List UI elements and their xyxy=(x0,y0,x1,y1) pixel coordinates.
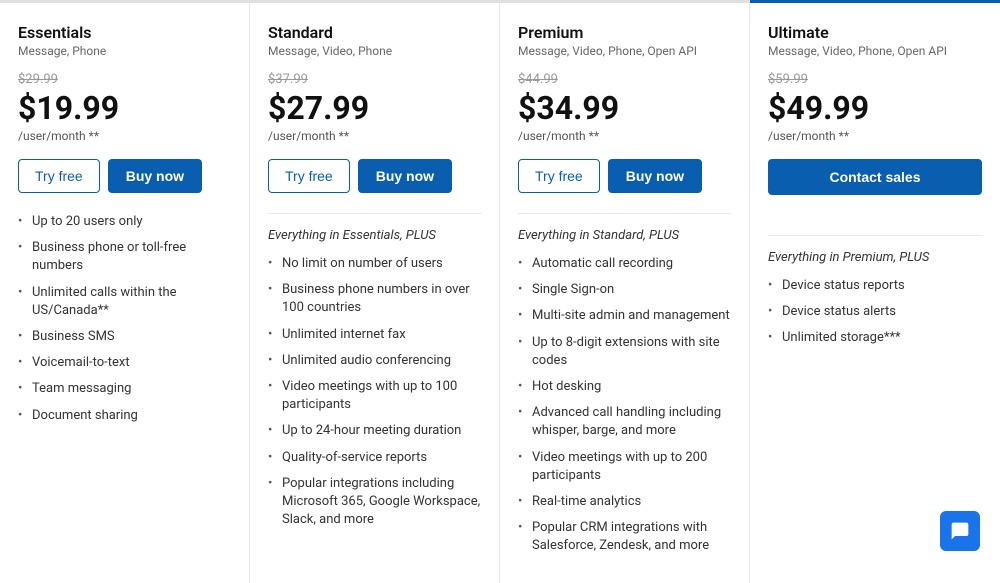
plan-name-standard: Standard xyxy=(268,23,481,42)
plan-col-premium: Premium Message, Video, Phone, Open API $4… xyxy=(500,3,750,583)
price-note-standard: /user/month ** xyxy=(268,129,481,143)
features-list-essentials: Up to 20 users only Business phone or tol… xyxy=(18,213,231,425)
buy-now-button-standard[interactable]: Buy now xyxy=(358,159,452,193)
buy-now-button-essentials[interactable]: Buy now xyxy=(108,159,202,193)
divider-premium xyxy=(518,213,731,214)
original-price-essentials: $29.99 xyxy=(18,72,231,87)
feature-item: Up to 20 users only xyxy=(18,213,231,231)
plan-includes-standard: Message, Video, Phone xyxy=(268,44,481,58)
feature-item: Business SMS xyxy=(18,328,231,346)
feature-item: Device status reports xyxy=(768,277,982,295)
plan-includes-premium: Message, Video, Phone, Open API xyxy=(518,44,731,58)
plan-name-premium: Premium xyxy=(518,23,731,42)
features-list-premium: Automatic call recording Single Sign-on Mu… xyxy=(518,255,731,555)
btn-row-ultimate: Contact sales xyxy=(768,159,982,215)
feature-item: Unlimited audio conferencing xyxy=(268,352,481,370)
buy-now-button-premium[interactable]: Buy now xyxy=(608,159,702,193)
features-header-standard: Everything in Essentials, PLUS xyxy=(268,228,481,243)
plan-col-standard: Standard Message, Video, Phone $37.99 $27.9… xyxy=(250,3,500,583)
current-price-standard: $27.99 xyxy=(268,89,481,127)
plan-name-essentials: Essentials xyxy=(18,23,231,42)
feature-item: Business phone numbers in over 100 count… xyxy=(268,281,481,317)
plan-col-ultimate: Ultimate Message, Video, Phone, Open API $… xyxy=(750,0,1000,583)
plan-name-ultimate: Ultimate xyxy=(768,23,982,42)
divider-ultimate xyxy=(768,235,982,236)
feature-item: Hot desking xyxy=(518,378,731,396)
feature-item: Real-time analytics xyxy=(518,493,731,511)
try-free-button-essentials[interactable]: Try free xyxy=(18,159,100,193)
feature-item: Document sharing xyxy=(18,407,231,425)
divider-standard xyxy=(268,213,481,214)
feature-item: Video meetings with up to 200 participan… xyxy=(518,449,731,485)
feature-item: Unlimited internet fax xyxy=(268,326,481,344)
feature-item: Single Sign-on xyxy=(518,281,731,299)
pricing-grid: Essentials Message, Phone $29.99 $19.99/use… xyxy=(0,0,1000,583)
try-free-button-standard[interactable]: Try free xyxy=(268,159,350,193)
current-price-essentials: $19.99 xyxy=(18,89,231,127)
price-note-essentials: /user/month ** xyxy=(18,129,231,143)
feature-item: Team messaging xyxy=(18,380,231,398)
feature-item: Business phone or toll-free numbers xyxy=(18,239,231,275)
feature-item: Unlimited calls within the US/Canada** xyxy=(18,284,231,320)
feature-item: Advanced call handling including whisper… xyxy=(518,404,731,440)
contact-sales-button[interactable]: Contact sales xyxy=(768,159,982,195)
btn-row-premium: Try free Buy now xyxy=(518,159,731,193)
original-price-premium: $44.99 xyxy=(518,72,731,87)
features-header-premium: Everything in Standard, PLUS xyxy=(518,228,731,243)
features-list-standard: No limit on number of users Business phon… xyxy=(268,255,481,529)
btn-row-essentials: Try free Buy now xyxy=(18,159,231,193)
feature-item: Up to 8-digit extensions with site codes xyxy=(518,334,731,370)
feature-item: Quality-of-service reports xyxy=(268,449,481,467)
chat-button[interactable] xyxy=(940,511,980,551)
plan-includes-ultimate: Message, Video, Phone, Open API xyxy=(768,44,982,58)
original-price-standard: $37.99 xyxy=(268,72,481,87)
original-price-ultimate: $59.99 xyxy=(768,72,982,87)
try-free-button-premium[interactable]: Try free xyxy=(518,159,600,193)
feature-item: Unlimited storage*** xyxy=(768,329,982,347)
feature-item: Video meetings with up to 100 participan… xyxy=(268,378,481,414)
current-price-premium: $34.99 xyxy=(518,89,731,127)
feature-item: Multi-site admin and management xyxy=(518,307,731,325)
price-note-ultimate: /user/month ** xyxy=(768,129,982,143)
feature-item: Up to 24-hour meeting duration xyxy=(268,422,481,440)
feature-item: Device status alerts xyxy=(768,303,982,321)
btn-row-standard: Try free Buy now xyxy=(268,159,481,193)
features-list-ultimate: Device status reports Device status alert… xyxy=(768,277,982,348)
price-note-premium: /user/month ** xyxy=(518,129,731,143)
feature-item: Popular integrations including Microsoft… xyxy=(268,475,481,530)
feature-item: Voicemail-to-text xyxy=(18,354,231,372)
plan-col-essentials: Essentials Message, Phone $29.99 $19.99/use… xyxy=(0,3,250,583)
features-header-ultimate: Everything in Premium, PLUS xyxy=(768,250,982,265)
current-price-ultimate: $49.99 xyxy=(768,89,982,127)
plan-includes-essentials: Message, Phone xyxy=(18,44,231,58)
feature-item: No limit on number of users xyxy=(268,255,481,273)
feature-item: Automatic call recording xyxy=(518,255,731,273)
feature-item: Popular CRM integrations with Salesforce… xyxy=(518,519,731,555)
